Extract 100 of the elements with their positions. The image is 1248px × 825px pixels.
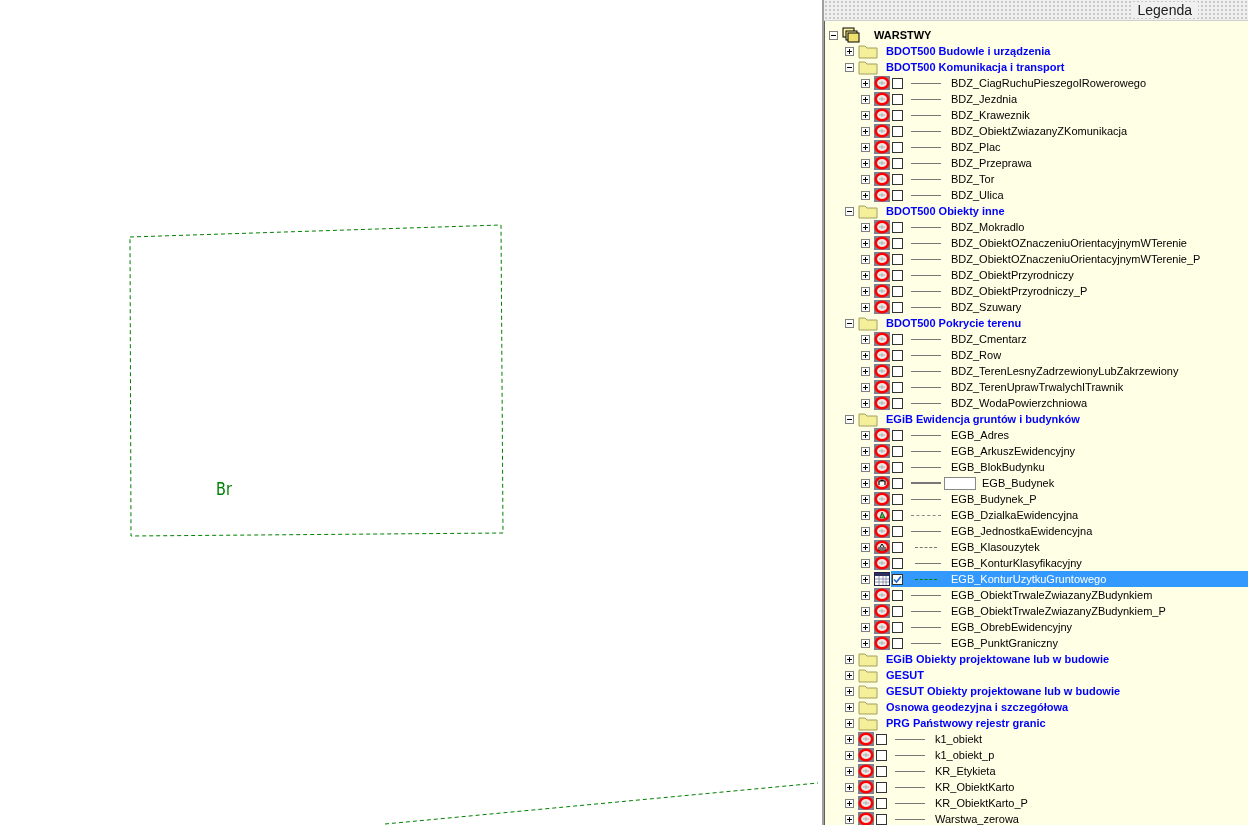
visibility-checkbox[interactable]	[892, 109, 903, 121]
expander-icon[interactable]	[845, 814, 854, 824]
expander-icon[interactable]	[861, 222, 870, 232]
layer-row[interactable]: BDZ_Plac	[891, 139, 1248, 155]
visibility-checkbox[interactable]	[892, 349, 903, 361]
group-label[interactable]: BDOT500 Budowle i urządzenia	[886, 45, 1051, 57]
expander-icon[interactable]	[845, 734, 854, 744]
layer-row[interactable]: BDZ_Tor	[891, 171, 1248, 187]
visibility-checkbox[interactable]	[892, 509, 903, 521]
visibility-checkbox[interactable]	[892, 445, 903, 457]
visibility-checkbox[interactable]	[876, 797, 887, 809]
layer-row[interactable]: BDZ_ObiektPrzyrodniczy_P	[891, 283, 1248, 299]
visibility-checkbox[interactable]	[876, 749, 887, 761]
visibility-checkbox[interactable]	[892, 541, 903, 553]
layer-row[interactable]: EGB_PunktGraniczny	[891, 635, 1248, 651]
expander-icon[interactable]	[845, 654, 854, 664]
group-label[interactable]: Osnowa geodezyjna i szczegółowa	[886, 701, 1069, 713]
expander-icon[interactable]	[861, 158, 870, 168]
expander-icon[interactable]	[845, 782, 854, 792]
expander-icon[interactable]	[845, 318, 854, 328]
expander-icon[interactable]	[861, 590, 870, 600]
expander-icon[interactable]	[861, 478, 870, 488]
layer-row[interactable]: BDZ_TerenUprawTrwalychITrawnik	[891, 379, 1248, 395]
expander-icon[interactable]	[845, 206, 854, 216]
visibility-checkbox[interactable]	[892, 253, 903, 265]
layer-row[interactable]: BDZ_Szuwary	[891, 299, 1248, 315]
expander-icon[interactable]	[861, 270, 870, 280]
visibility-checkbox[interactable]	[892, 525, 903, 537]
expander-icon[interactable]	[845, 670, 854, 680]
expander-icon[interactable]	[861, 238, 870, 248]
visibility-checkbox[interactable]	[892, 141, 903, 153]
group-label[interactable]: BDOT500 Obiekty inne	[886, 205, 1005, 217]
visibility-checkbox[interactable]	[876, 733, 887, 745]
expander-icon[interactable]	[861, 606, 870, 616]
visibility-checkbox[interactable]	[892, 285, 903, 297]
expander-icon[interactable]	[861, 110, 870, 120]
layer-row[interactable]: EGB_Budynek_P	[891, 491, 1248, 507]
expander-icon[interactable]	[861, 430, 870, 440]
visibility-checkbox[interactable]	[892, 589, 903, 601]
layer-row[interactable]: BDZ_ObiektPrzyrodniczy	[891, 267, 1248, 283]
expander-icon[interactable]	[861, 638, 870, 648]
layer-row[interactable]: KR_Etykieta	[875, 763, 1248, 779]
expander-icon[interactable]	[861, 366, 870, 376]
expander-icon[interactable]	[861, 142, 870, 152]
visibility-checkbox[interactable]	[892, 125, 903, 137]
layer-row[interactable]: k1_obiekt_p	[875, 747, 1248, 763]
visibility-checkbox[interactable]	[876, 781, 887, 793]
layer-row[interactable]: EGB_ObiektTrwaleZwiazanyZBudynkiem_P	[891, 603, 1248, 619]
visibility-checkbox[interactable]	[892, 221, 903, 233]
layer-row[interactable]: EGB_ObiektTrwaleZwiazanyZBudynkiem	[891, 587, 1248, 603]
expander-icon[interactable]	[861, 510, 870, 520]
visibility-checkbox[interactable]	[892, 173, 903, 185]
layer-row[interactable]: EGB_JednostkaEwidencyjna	[891, 523, 1248, 539]
group-label[interactable]: BDOT500 Pokrycie terenu	[886, 317, 1022, 329]
expander-icon[interactable]	[845, 702, 854, 712]
expander-icon[interactable]	[845, 750, 854, 760]
layer-row[interactable]: BDZ_ObiektOZnaczeniuOrientacyjnymWTerenie	[891, 235, 1248, 251]
visibility-checkbox[interactable]	[892, 429, 903, 441]
expander-icon[interactable]	[861, 190, 870, 200]
expander-icon[interactable]	[861, 558, 870, 568]
expander-icon[interactable]	[845, 766, 854, 776]
tree-root-label[interactable]: WARSTWY	[874, 29, 932, 41]
expander-icon[interactable]	[845, 46, 854, 56]
visibility-checkbox[interactable]	[892, 381, 903, 393]
visibility-checkbox[interactable]	[892, 189, 903, 201]
expander-icon[interactable]	[845, 686, 854, 696]
layer-row[interactable]: BDZ_Row	[891, 347, 1248, 363]
layer-row[interactable]: BDZ_Przeprawa	[891, 155, 1248, 171]
layer-row[interactable]: BDZ_TerenLesnyZadrzewionyLubZakrzewiony	[891, 363, 1248, 379]
layer-row[interactable]: k1_obiekt	[875, 731, 1248, 747]
visibility-checkbox[interactable]	[892, 557, 903, 569]
expander-icon[interactable]	[861, 574, 870, 584]
layer-row[interactable]: EGB_KonturKlasyfikacyjny	[891, 555, 1248, 571]
layer-row[interactable]: BDZ_WodaPowierzchniowa	[891, 395, 1248, 411]
group-label[interactable]: EGiB Ewidencja gruntów i budynków	[886, 413, 1080, 425]
group-label[interactable]: GESUT	[886, 669, 924, 681]
expander-icon[interactable]	[861, 254, 870, 264]
visibility-checkbox[interactable]	[892, 365, 903, 377]
visibility-checkbox[interactable]	[892, 605, 903, 617]
visibility-checkbox[interactable]	[892, 301, 903, 313]
expander-icon[interactable]	[845, 798, 854, 808]
expander-icon[interactable]	[861, 302, 870, 312]
visibility-checkbox[interactable]	[892, 477, 903, 489]
expander-icon[interactable]	[861, 542, 870, 552]
expander-icon[interactable]	[861, 350, 870, 360]
visibility-checkbox[interactable]	[876, 813, 887, 825]
layer-row[interactable]: EGB_Klasouzytek	[891, 539, 1248, 555]
expander-icon[interactable]	[861, 174, 870, 184]
expander-icon[interactable]	[861, 494, 870, 504]
layer-row[interactable]: EGB_BlokBudynku	[891, 459, 1248, 475]
layer-row[interactable]: EGB_Budynek	[891, 475, 1248, 491]
layer-row[interactable]: BDZ_Mokradlo	[891, 219, 1248, 235]
expander-icon[interactable]	[861, 462, 870, 472]
visibility-checkbox[interactable]	[892, 493, 903, 505]
layer-row[interactable]: Warstwa_zerowa	[875, 811, 1248, 825]
layer-row[interactable]: KR_ObiektKarto_P	[875, 795, 1248, 811]
group-label[interactable]: BDOT500 Komunikacja i transport	[886, 61, 1065, 73]
layer-row[interactable]: EGB_ObrebEwidencyjny	[891, 619, 1248, 635]
expander-icon[interactable]	[861, 94, 870, 104]
layer-row[interactable]: BDZ_Kraweznik	[891, 107, 1248, 123]
